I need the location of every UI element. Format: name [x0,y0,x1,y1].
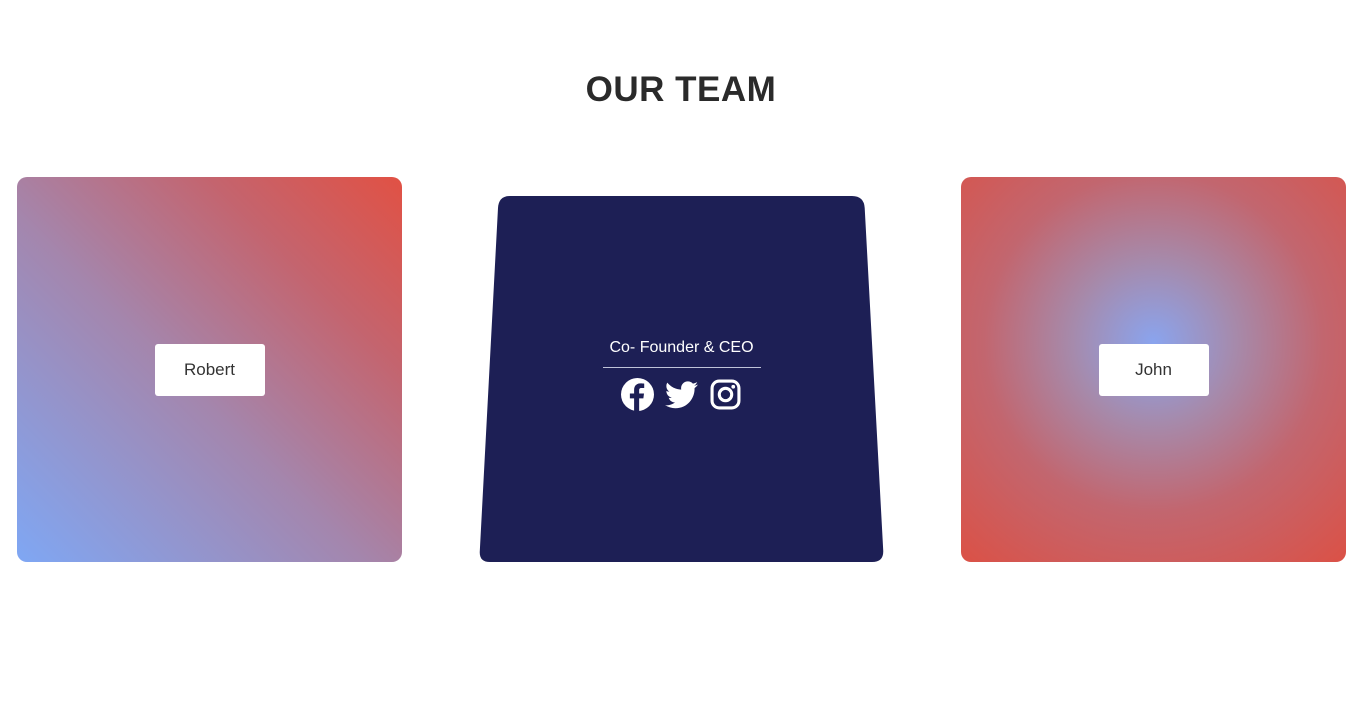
facebook-icon[interactable] [621,378,654,411]
role-label: Co- Founder & CEO [602,339,761,368]
team-card-john[interactable]: John [961,177,1346,562]
card-ceo-content: Co- Founder & CEO [479,195,884,563]
twitter-icon[interactable] [665,378,698,411]
social-links [621,378,742,411]
team-card-ceo[interactable]: Co- Founder & CEO [479,195,884,563]
name-button-john[interactable]: John [1098,343,1209,396]
instagram-icon[interactable] [709,378,742,411]
page-title: OUR TEAM [585,70,777,109]
name-button-robert[interactable]: Robert [154,343,265,396]
team-card-robert[interactable]: Robert [17,177,402,562]
